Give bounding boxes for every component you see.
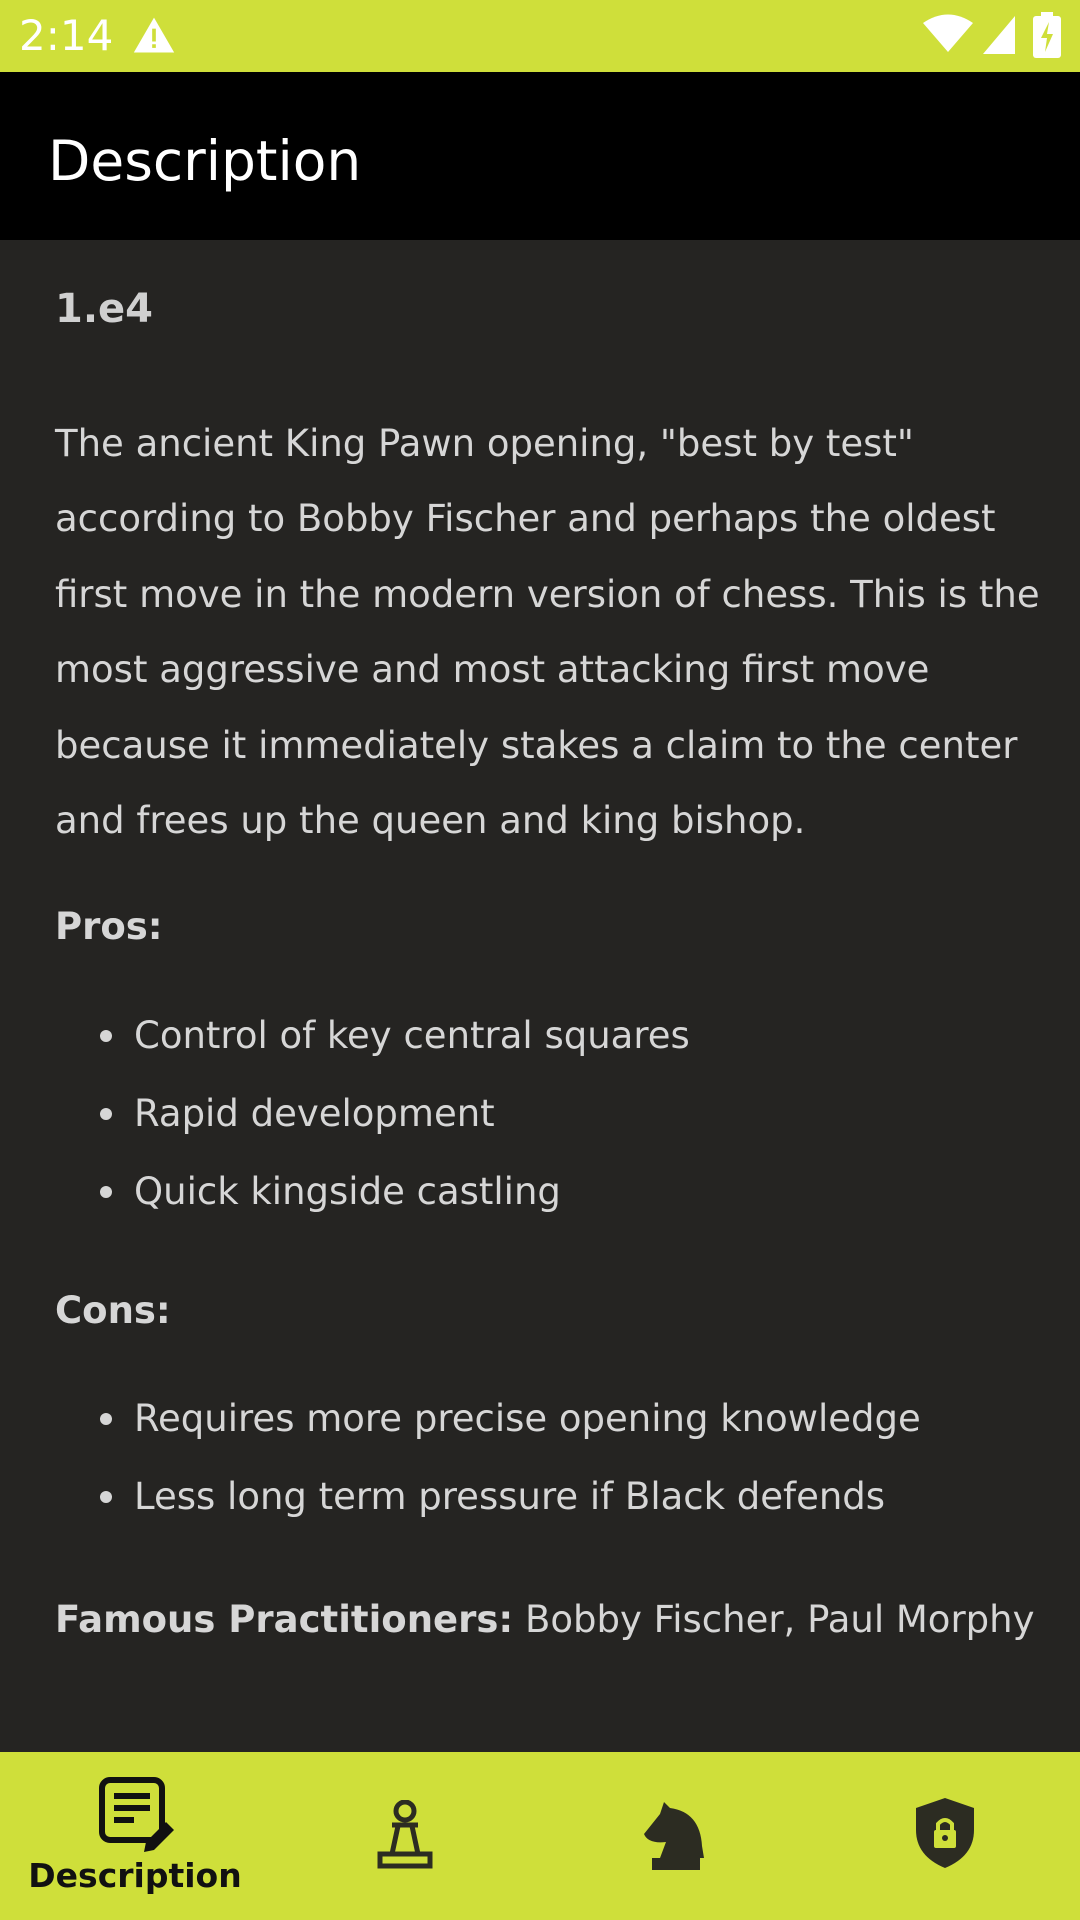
con-text: Requires more precise opening knowledge (134, 1397, 921, 1440)
pro-text: Control of key central squares (134, 1014, 690, 1057)
pro-text: Rapid development (134, 1092, 495, 1135)
pro-text: Quick kingside castling (134, 1170, 561, 1213)
list-item: Less long term pressure if Black defends (0, 1471, 1080, 1549)
bullet-icon (100, 1413, 112, 1425)
bullet-icon (100, 1108, 112, 1120)
bullet-icon (100, 1491, 112, 1503)
nav-item-pawn[interactable] (270, 1752, 540, 1920)
list-item: Rapid development (0, 1088, 1080, 1166)
wifi-icon (923, 14, 973, 52)
con-text: Less long term pressure if Black defends (134, 1475, 886, 1518)
list-item: Quick kingside castling (0, 1166, 1080, 1244)
opening-description: The ancient King Pawn opening, "best by … (55, 422, 1040, 843)
cons-heading: Cons: (55, 1289, 171, 1332)
pros-heading: Pros: (55, 905, 163, 948)
famous-practitioners-label: Famous Practitioners: (55, 1598, 514, 1641)
description-content[interactable]: 1.e4 The ancient King Pawn opening, "bes… (0, 240, 1080, 1752)
bullet-icon (100, 1030, 112, 1042)
description-icon (99, 1777, 174, 1852)
pawn-icon (377, 1800, 433, 1869)
nav-item-knight[interactable] (540, 1752, 810, 1920)
battery-charging-icon (1033, 12, 1061, 58)
signal-icon (983, 16, 1015, 54)
page-title: Description (48, 129, 362, 193)
list-item: Requires more precise opening knowledge (0, 1393, 1080, 1471)
move-title: 1.e4 (55, 286, 153, 332)
shield-lock-icon (916, 1798, 974, 1868)
famous-practitioners-value: Bobby Fischer, Paul Morphy (513, 1598, 1035, 1641)
pros-list: Control of key central squares Rapid dev… (0, 1010, 1080, 1244)
warning-icon (133, 17, 175, 53)
cons-list: Requires more precise opening knowledge … (0, 1393, 1080, 1549)
nav-label-description: Description (28, 1856, 242, 1895)
nav-item-description[interactable]: Description (0, 1752, 270, 1920)
knight-icon (644, 1802, 704, 1870)
bullet-icon (100, 1186, 112, 1198)
status-bar: 2:14 (0, 0, 1080, 72)
nav-item-security[interactable] (810, 1752, 1080, 1920)
app-bar: Description (0, 72, 1080, 240)
status-time: 2:14 (19, 11, 114, 60)
bottom-navigation: Description (0, 1752, 1080, 1920)
famous-practitioners: Famous Practitioners: Bobby Fischer, Pau… (55, 1594, 1035, 1646)
list-item: Control of key central squares (0, 1010, 1080, 1088)
